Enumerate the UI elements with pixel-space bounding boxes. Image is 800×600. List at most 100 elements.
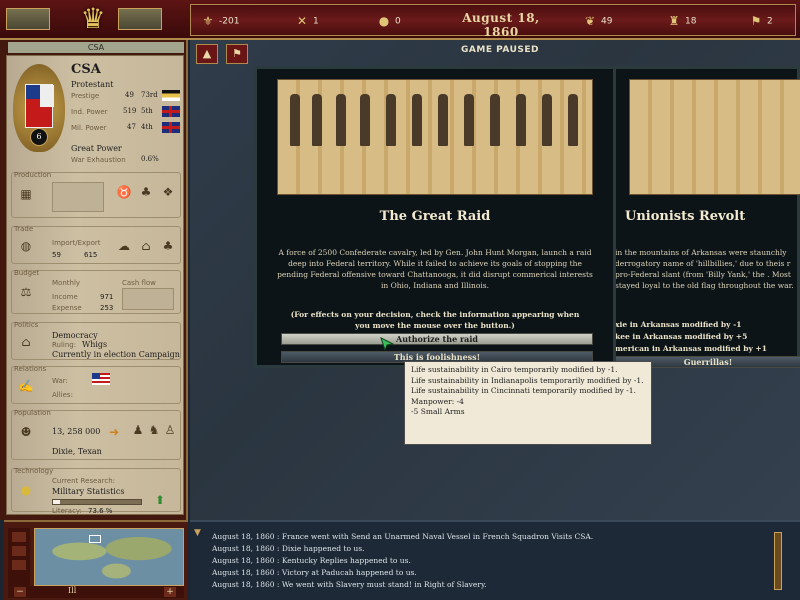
capitol-icon: ⌂ (21, 335, 31, 349)
nation-panel: CSA 6 CSA Protestant Prestige 49 73rd In… (0, 40, 188, 520)
research-progress-bar (52, 499, 142, 505)
research-progress-fill (53, 500, 61, 504)
event-window-great-raid: The Great Raid A force of 2500 Confedera… (254, 66, 616, 368)
population-title: Population (14, 409, 51, 417)
log-collapse-icon[interactable]: ▼ (194, 528, 201, 538)
tooltip-line: -5 Small Arms (411, 407, 465, 416)
war-label: War: (52, 377, 68, 385)
coins-icon: ⚖ (20, 285, 32, 299)
factory-icon: ▦ (20, 187, 32, 201)
people-icon: ☻ (20, 425, 32, 439)
export-value: 615 (84, 251, 98, 259)
politics-section[interactable]: Politics ⌂ Democracy Ruling: Whigs Curre… (11, 321, 181, 360)
cannon-button[interactable] (118, 8, 162, 30)
map-filter-button[interactable]: ⚑ (226, 44, 248, 64)
tooltip-line: Life sustainability in Indianapolis temp… (411, 375, 644, 385)
log-entry[interactable]: August 18, 1860 : We went with Slavery m… (212, 580, 487, 589)
map-mode-button[interactable] (12, 560, 26, 570)
budget-title: Budget (14, 269, 40, 277)
authorize-raid-button[interactable]: Authorize the raid (281, 333, 593, 345)
production-section[interactable]: Production ▦ ♉ ♣ ❖ (11, 171, 181, 218)
money-icon: ⚜ (202, 14, 214, 28)
event-text: in the mountains of Arkansas were staunc… (615, 248, 794, 290)
handshake-icon: ✍ (18, 379, 34, 393)
csa-flag-icon (25, 84, 54, 128)
trade-section[interactable]: Trade ◍ Import/Export 59 615 ☁ ⌂ ♣ (11, 225, 181, 264)
hat-icon: ⌂ (141, 239, 151, 253)
ruling-party: Whigs (82, 340, 108, 349)
map-toggle-button[interactable]: ▲ (196, 44, 218, 64)
prestige-indicator[interactable]: ❦ 49 (583, 14, 612, 30)
military-power-label: Mil. Power (71, 124, 107, 132)
log-entry[interactable]: August 18, 1860 : Dixie happened to us. (212, 544, 364, 553)
csa-flag-icon (162, 90, 180, 101)
event-illustration (277, 79, 593, 195)
tree-icon: ♣ (140, 185, 152, 199)
industrial-power-label: Ind. Power (71, 108, 108, 116)
effects-tooltip: Life sustainability in Cairo temporarily… (404, 361, 652, 445)
usa-flag-icon[interactable] (92, 373, 110, 385)
minimap-viewport[interactable] (89, 535, 101, 543)
monthly-label: Monthly (52, 279, 81, 287)
literacy-value: 73.6 % (88, 507, 113, 515)
zoom-in-button[interactable]: + (164, 587, 176, 597)
manpower-indicator[interactable]: ♜ 18 (667, 14, 697, 30)
crown-icon[interactable]: ♛ (72, 2, 114, 38)
zoom-out-button[interactable]: − (14, 587, 26, 597)
ruling-label: Ruling: (52, 341, 77, 349)
flag-icon: ⚑ (750, 14, 762, 28)
research-indicator[interactable]: ● 0 (377, 14, 401, 30)
event-text: A force of 2500 Confederate cavalry, led… (277, 248, 593, 290)
budget-section[interactable]: Budget ⚖ Monthly Cash flow Income 971 Ex… (11, 269, 181, 314)
diplomacy-indicator[interactable]: ⚑ 2 (749, 14, 773, 30)
current-research-label: Current Research: (52, 477, 115, 485)
event-effect: kee in Arkansas modified by +5 (615, 332, 748, 341)
log-entry[interactable]: August 18, 1860 : Victory at Paducah hap… (212, 568, 417, 577)
log-scrollbar[interactable] (774, 532, 782, 590)
population-section[interactable]: Population ☻ 13, 258 000 ➜ ♟ ♞ ♙ Dixie, … (11, 409, 181, 460)
map-mode-button[interactable] (12, 546, 26, 556)
event-illustration (629, 79, 800, 195)
event-effect: merican in Arkansas modified by +1 (615, 344, 767, 353)
event-title: The Great Raid (379, 209, 491, 224)
nation-shield[interactable]: 6 (13, 64, 65, 152)
minimap-frame: − Ill + (4, 520, 188, 600)
production-title: Production (14, 171, 52, 179)
production-graph (52, 182, 104, 212)
rank-badge: 6 (30, 128, 48, 146)
war-indicator[interactable]: ✕ 1 (295, 14, 319, 30)
nation-tab: CSA (8, 42, 184, 53)
cloth-icon: ☁ (118, 239, 130, 253)
zoom-bar: − Ill + (8, 586, 184, 598)
nation-overview: 6 CSA Protestant Prestige 49 73rd Ind. P… (6, 55, 184, 515)
minimap-tools (8, 528, 30, 586)
farmer-icon: ♙ (164, 423, 176, 437)
game-date: August 18, 1860 (462, 11, 540, 39)
prestige-rank: 73rd (141, 91, 158, 99)
flag-button[interactable] (6, 8, 50, 30)
technology-section[interactable]: Technology ● Current Research: Military … (11, 467, 181, 515)
money-indicator[interactable]: ⚜ -201 (201, 14, 240, 30)
log-entry[interactable]: August 18, 1860 : Kentucky Replies happe… (212, 556, 411, 565)
population-count: 13, 258 000 (52, 427, 101, 436)
top-bar: ♛ ⚜ -201 ✕ 1 ● 0 August 18, 1860 ❦ 49 ♜ 18 ⚑ 2 (0, 0, 800, 40)
zoom-level: Ill (68, 586, 77, 595)
relations-title: Relations (14, 365, 47, 373)
resource-bar: ⚜ -201 ✕ 1 ● 0 August 18, 1860 ❦ 49 ♜ 18 ⚑ 2 (190, 4, 796, 39)
literacy-label: Literacy: (52, 507, 82, 515)
game-paused-label: GAME PAUSED (461, 45, 539, 55)
culture: Dixie, Texan (52, 447, 102, 456)
map-mode-button[interactable] (12, 532, 26, 542)
lightbulb-icon: ● (378, 14, 390, 28)
uk-flag-icon (162, 106, 180, 117)
soldier-icon: ♜ (668, 14, 680, 28)
uk-flag-icon (162, 122, 180, 133)
minimap[interactable] (34, 528, 184, 586)
government-type: Democracy (52, 331, 98, 340)
technology-title: Technology (14, 467, 54, 475)
log-entry[interactable]: August 18, 1860 : France went with Send … (212, 532, 593, 541)
event-note: (For effects on your decision, check the… (290, 310, 580, 330)
lightbulb-icon: ● (20, 483, 32, 497)
import-export-label: Import/Export (52, 239, 101, 247)
relations-section[interactable]: Relations ✍ War: Allies: (11, 365, 181, 404)
